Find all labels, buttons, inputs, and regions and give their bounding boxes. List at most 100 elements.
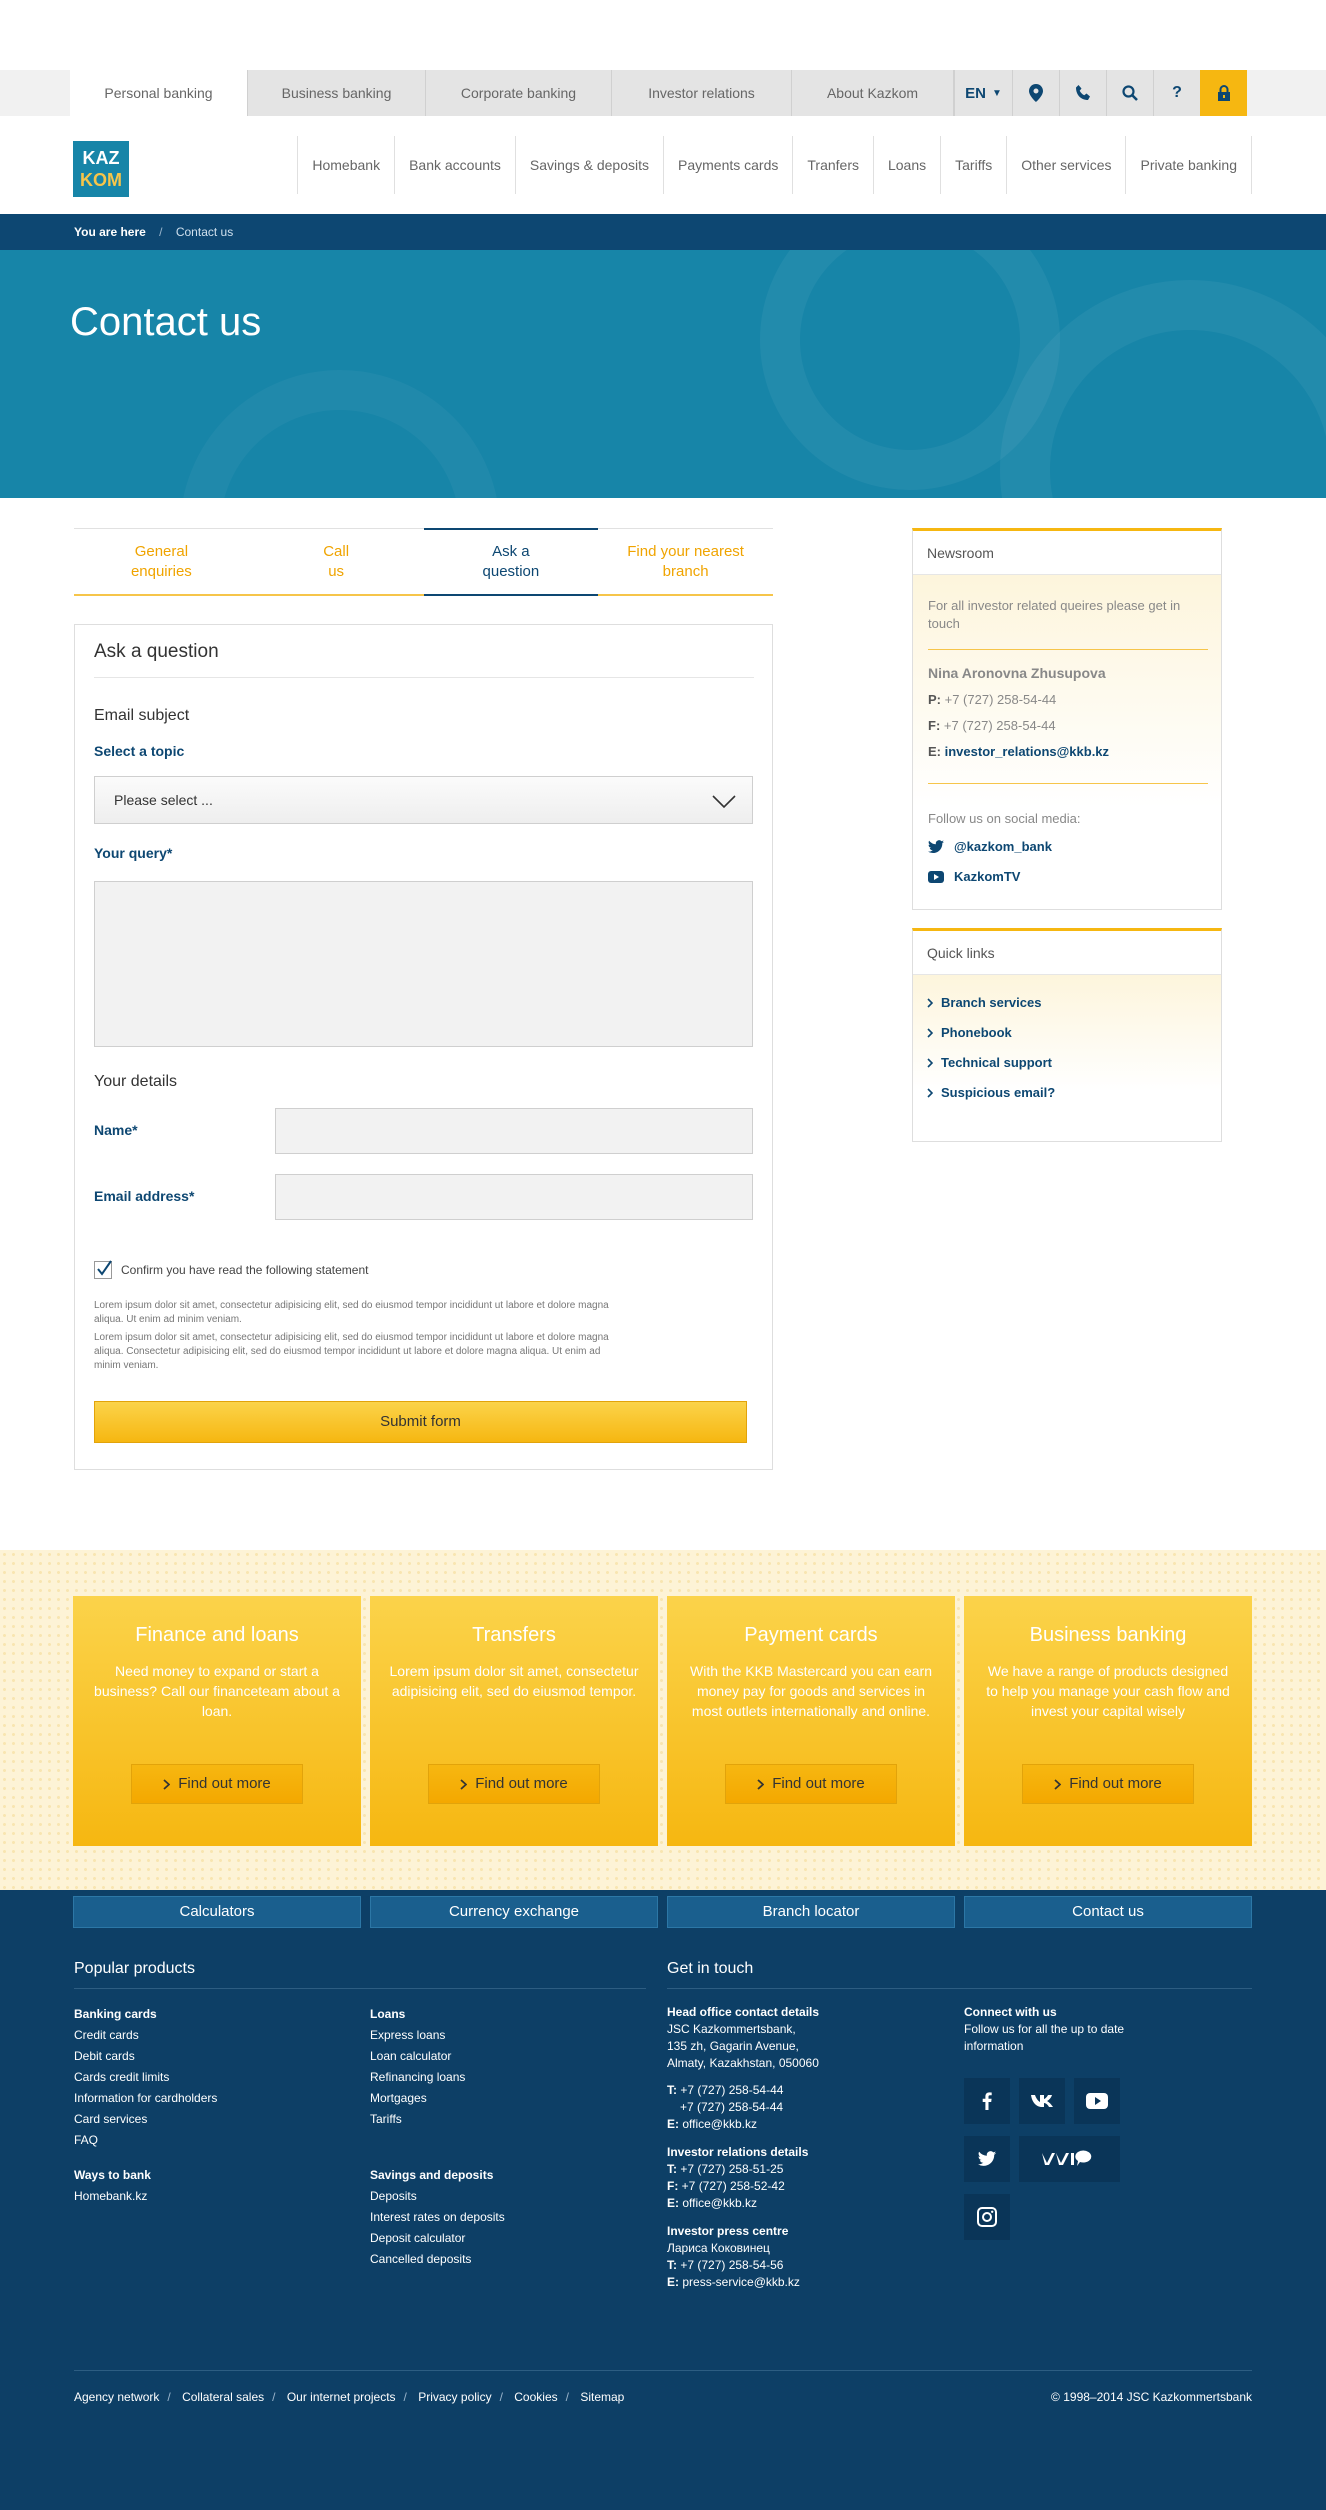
phone-label: T:	[667, 2162, 677, 2176]
tab-investor-relations[interactable]: Investor relations	[612, 70, 792, 116]
calculators-button[interactable]: Calculators	[73, 1896, 361, 1928]
tab-business-banking[interactable]: Business banking	[248, 70, 426, 116]
footer-col-loans: Loans Express loans Loan calculator Refi…	[370, 2004, 505, 2270]
tab-about-kazkom[interactable]: About Kazkom	[792, 70, 954, 116]
youtube-icon[interactable]	[1074, 2078, 1120, 2124]
link-collateral-sales[interactable]: Collateral sales	[182, 2390, 264, 2404]
link-cookies[interactable]: Cookies	[514, 2390, 557, 2404]
footer-link-cardholder-info[interactable]: Information for cardholders	[74, 2088, 217, 2109]
facebook-icon[interactable]	[964, 2078, 1010, 2124]
head-office-email: E: office@kkb.kz	[667, 2116, 819, 2133]
branch-locator-button[interactable]: Branch locator	[667, 1896, 955, 1928]
footer-link-homebank[interactable]: Homebank.kz	[74, 2186, 217, 2207]
tab-corporate-banking[interactable]: Corporate banking	[426, 70, 612, 116]
nav-payment-cards[interactable]: Payments cards	[664, 136, 794, 194]
get-in-touch-heading: Get in touch	[667, 1960, 754, 1977]
breadcrumb: You are here / Contact us	[0, 214, 1326, 250]
topic-select[interactable]: Please select ...	[94, 776, 753, 824]
youtube-link[interactable]: KazkomTV	[928, 869, 1020, 884]
chevron-right-icon	[927, 1087, 933, 1098]
chevron-right-icon	[927, 997, 933, 1008]
find-out-more-button[interactable]: Find out more	[1022, 1764, 1194, 1804]
phone-label: P:	[928, 692, 941, 707]
quick-link-label: Branch services	[941, 995, 1042, 1010]
nav-other-services[interactable]: Other services	[1007, 136, 1127, 194]
breadcrumb-separator: /	[159, 225, 163, 239]
nav-homebank[interactable]: Homebank	[298, 136, 396, 194]
currency-exchange-button[interactable]: Currency exchange	[370, 1896, 658, 1928]
copyright: © 1998–2014 JSC Kazkommertsbank	[1051, 2390, 1252, 2404]
tab-personal-banking[interactable]: Personal banking	[70, 70, 248, 116]
footer-link-deposits[interactable]: Deposits	[370, 2186, 505, 2207]
footer-link-loan-calculator[interactable]: Loan calculator	[370, 2046, 505, 2067]
tab-find-branch[interactable]: Find your nearest branch	[598, 529, 773, 594]
find-out-more-button[interactable]: Find out more	[428, 1764, 600, 1804]
find-out-more-button[interactable]: Find out more	[725, 1764, 897, 1804]
location-pin-icon[interactable]	[1012, 70, 1059, 116]
twitter-link[interactable]: @kazkom_bank	[928, 839, 1052, 854]
nav-bank-accounts[interactable]: Bank accounts	[395, 136, 516, 194]
quick-link-technical-support[interactable]: Technical support	[927, 1055, 1052, 1070]
link-internet-projects[interactable]: Our internet projects	[287, 2390, 396, 2404]
search-icon[interactable]	[1106, 70, 1153, 116]
press-phone: T: +7 (727) 258-54-56	[667, 2257, 819, 2274]
newsroom-fax: F: +7 (727) 258-54-44	[928, 718, 1056, 733]
phone-icon[interactable]	[1059, 70, 1106, 116]
tab-call-us[interactable]: Call us	[249, 529, 424, 594]
nav-tariffs[interactable]: Tariffs	[941, 136, 1008, 194]
page-title: Contact us	[70, 300, 262, 344]
instagram-icon[interactable]	[964, 2194, 1010, 2240]
footer-link-tariffs[interactable]: Tariffs	[370, 2109, 505, 2130]
help-icon[interactable]: ?	[1153, 70, 1200, 116]
footer-link-card-services[interactable]: Card services	[74, 2109, 217, 2130]
nav-savings-deposits[interactable]: Savings & deposits	[516, 136, 664, 194]
language-selector[interactable]: EN ▼	[954, 70, 1012, 116]
investor-fax: F: +7 (727) 258-52-42	[667, 2178, 819, 2195]
footer-link-cancelled-deposits[interactable]: Cancelled deposits	[370, 2249, 505, 2270]
query-textarea[interactable]	[94, 881, 753, 1047]
chevron-down-icon	[712, 795, 736, 809]
footer-link-interest-rates[interactable]: Interest rates on deposits	[370, 2207, 505, 2228]
checkmark-icon	[97, 1260, 112, 1276]
breadcrumb-current[interactable]: Contact us	[176, 225, 233, 239]
quick-link-suspicious-email[interactable]: Suspicious email?	[927, 1085, 1055, 1100]
lock-icon[interactable]	[1200, 70, 1247, 116]
link-sitemap[interactable]: Sitemap	[580, 2390, 624, 2404]
logo-line-2: KOM	[80, 170, 122, 190]
email-link[interactable]: office@kkb.kz	[682, 2117, 757, 2131]
nav-transfers[interactable]: Tranfers	[793, 136, 874, 194]
footer-link-deposit-calculator[interactable]: Deposit calculator	[370, 2228, 505, 2249]
email-link[interactable]: office@kkb.kz	[682, 2196, 757, 2210]
contact-name: Nina Aronovna Zhusupova	[928, 665, 1106, 681]
email-field[interactable]	[275, 1174, 753, 1220]
footer-link-credit-cards[interactable]: Credit cards	[74, 2025, 217, 2046]
name-field[interactable]	[275, 1108, 753, 1154]
nav-private-banking[interactable]: Private banking	[1126, 136, 1252, 194]
nav-loans[interactable]: Loans	[874, 136, 942, 194]
quick-link-phonebook[interactable]: Phonebook	[927, 1025, 1012, 1040]
tab-general-enquiries[interactable]: General enquiries	[74, 529, 249, 594]
footer-link-faq[interactable]: FAQ	[74, 2130, 217, 2151]
footer-link-express-loans[interactable]: Express loans	[370, 2025, 505, 2046]
email-link[interactable]: press-service@kkb.kz	[682, 2275, 800, 2289]
kazkom-logo[interactable]: KAZ KOM	[73, 141, 129, 197]
footer-link-debit-cards[interactable]: Debit cards	[74, 2046, 217, 2067]
tab-ask-a-question[interactable]: Ask a question	[423, 528, 599, 596]
confirm-checkbox[interactable]	[94, 1260, 112, 1279]
chevron-right-icon	[927, 1057, 933, 1068]
submit-button[interactable]: Submit form	[94, 1401, 747, 1443]
link-agency-network[interactable]: Agency network	[74, 2390, 159, 2404]
footer-link-refinancing-loans[interactable]: Refinancing loans	[370, 2067, 505, 2088]
vk-icon[interactable]	[1019, 2078, 1065, 2124]
yvi-icon[interactable]	[1019, 2136, 1120, 2182]
twitter-icon[interactable]	[964, 2136, 1010, 2182]
email-link[interactable]: investor_relations@kkb.kz	[945, 744, 1109, 759]
footer-link-cards-credit-limits[interactable]: Cards credit limits	[74, 2067, 217, 2088]
quick-link-branch-services[interactable]: Branch services	[927, 995, 1041, 1010]
link-privacy-policy[interactable]: Privacy policy	[418, 2390, 491, 2404]
find-out-more-button[interactable]: Find out more	[131, 1764, 303, 1804]
contact-us-button[interactable]: Contact us	[964, 1896, 1252, 1928]
footer-link-mortgages[interactable]: Mortgages	[370, 2088, 505, 2109]
